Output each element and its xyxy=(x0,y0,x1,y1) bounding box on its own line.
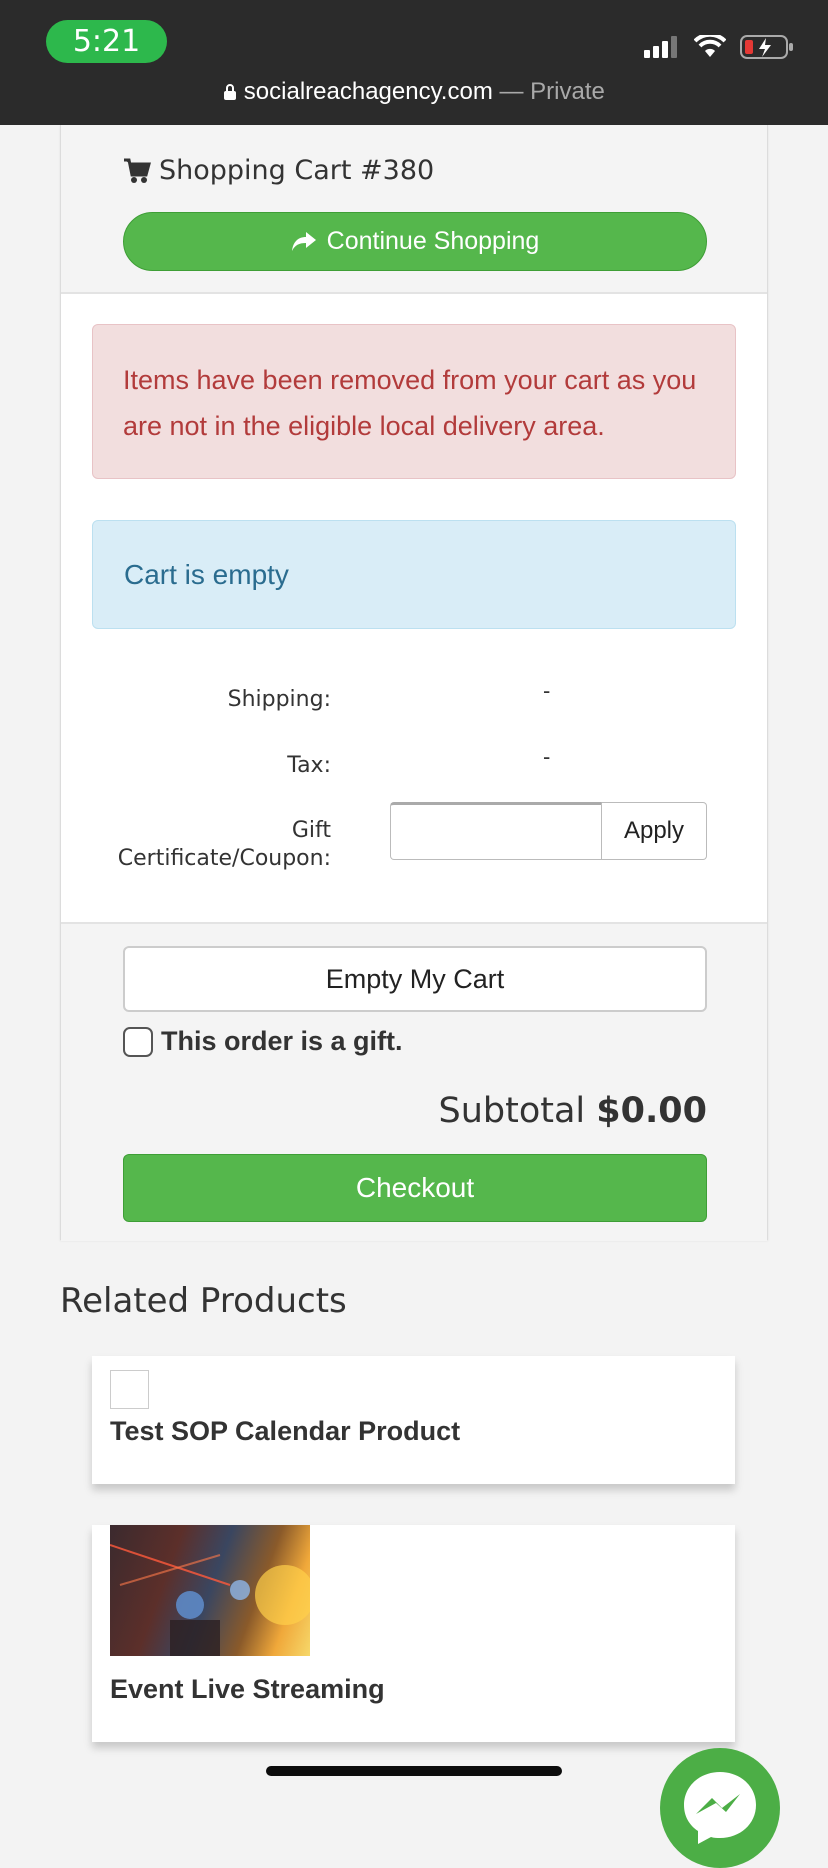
product-thumbnail[interactable] xyxy=(110,1370,149,1409)
cart-empty-notice: Cart is empty xyxy=(92,520,736,629)
continue-shopping-button[interactable]: Continue Shopping xyxy=(123,212,707,271)
status-time: 5:21 xyxy=(46,20,167,63)
wifi-icon xyxy=(694,35,726,57)
home-indicator[interactable] xyxy=(266,1766,562,1776)
product-card[interactable]: Test SOP Calendar Product xyxy=(92,1356,735,1484)
removed-items-alert: Items have been removed from your cart a… xyxy=(92,324,736,479)
coupon-label-line1: Gift xyxy=(291,818,331,843)
signal-icon xyxy=(644,36,677,58)
messenger-chat-button[interactable] xyxy=(660,1748,780,1868)
battery-icon xyxy=(740,35,793,59)
url-text: socialreachagency.com xyxy=(243,78,493,105)
coupon-label-line2: Certificate/Coupon: xyxy=(117,846,331,871)
subtotal-label: Subtotal xyxy=(438,1091,586,1131)
cart-footer: Empty My Cart This order is a gift. Subt… xyxy=(61,922,767,1241)
cart-title: Shopping Cart #380 xyxy=(123,155,434,186)
shipping-value: - xyxy=(543,678,551,703)
coupon-group: Apply xyxy=(390,802,707,862)
cart-panel: Shopping Cart #380 Continue Shopping Ite… xyxy=(60,125,768,1241)
coupon-input[interactable] xyxy=(390,802,602,860)
subtotal-value: $0.00 xyxy=(596,1091,707,1131)
related-products-title: Related Products xyxy=(60,1281,347,1321)
tax-label: Tax: xyxy=(287,753,331,778)
product-name[interactable]: Test SOP Calendar Product xyxy=(110,1416,460,1447)
messenger-icon xyxy=(684,1772,756,1844)
gift-option: This order is a gift. xyxy=(123,1026,403,1057)
continue-shopping-label: Continue Shopping xyxy=(326,227,540,255)
subtotal: Subtotal $0.00 xyxy=(438,1091,707,1131)
gift-checkbox[interactable] xyxy=(123,1026,153,1057)
address-bar[interactable]: socialreachagency.com — Private xyxy=(0,78,828,106)
cart-header: Shopping Cart #380 Continue Shopping xyxy=(61,125,767,294)
cart-title-text: Shopping Cart #380 xyxy=(159,155,435,186)
product-card[interactable]: Event Live Streaming xyxy=(92,1525,735,1742)
page: Shopping Cart #380 Continue Shopping Ite… xyxy=(0,125,828,1868)
url-private: — Private xyxy=(499,78,605,105)
shopping-cart-icon xyxy=(124,158,151,183)
product-name[interactable]: Event Live Streaming xyxy=(110,1674,385,1705)
empty-cart-button[interactable]: Empty My Cart xyxy=(123,946,707,1012)
status-icons xyxy=(644,34,794,60)
lock-icon xyxy=(223,78,244,105)
checkout-button[interactable]: Checkout xyxy=(123,1154,707,1222)
tax-value: - xyxy=(543,744,551,769)
shipping-label: Shipping: xyxy=(227,687,331,712)
share-arrow-icon xyxy=(291,231,316,251)
product-photo[interactable] xyxy=(110,1525,310,1656)
apply-coupon-button[interactable]: Apply xyxy=(602,802,707,860)
gift-label[interactable]: This order is a gift. xyxy=(161,1026,403,1057)
status-bar: 5:21 socialreachagency.com — Private xyxy=(0,0,828,125)
